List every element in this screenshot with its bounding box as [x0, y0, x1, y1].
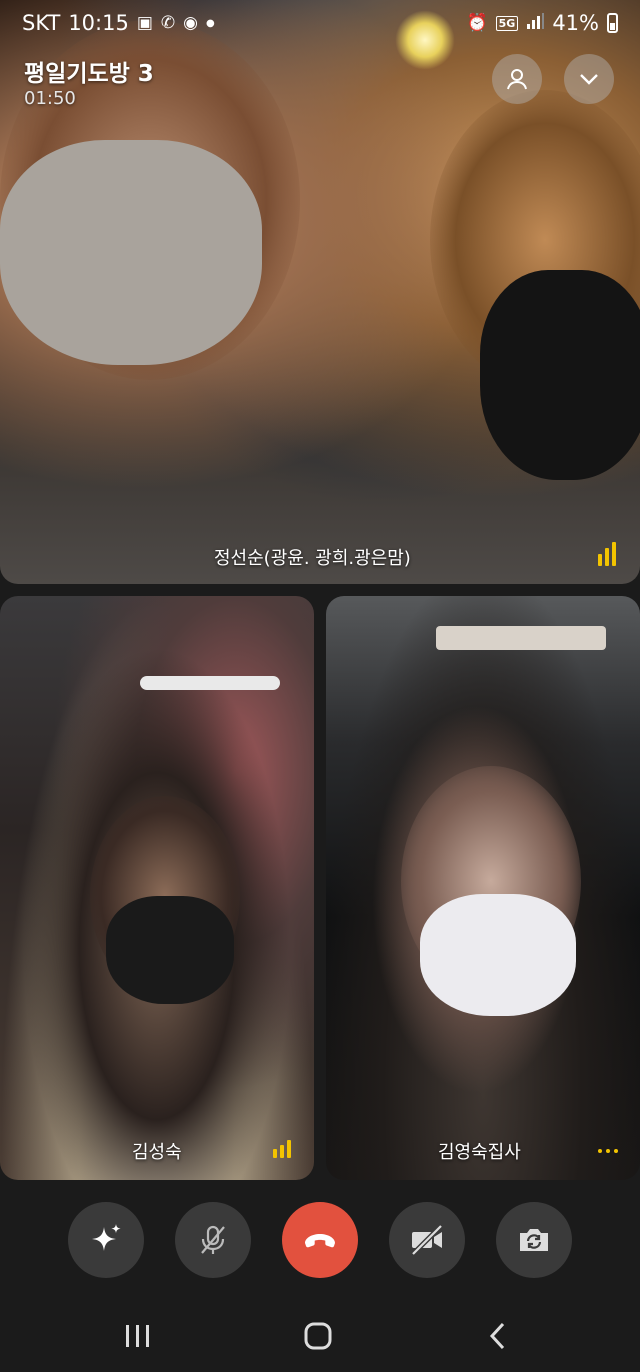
signal-icon — [526, 12, 545, 34]
chevron-down-icon — [580, 74, 598, 85]
app-notification-icon: ◉ — [183, 13, 198, 33]
participants-button[interactable] — [492, 54, 542, 104]
minimize-button[interactable] — [564, 54, 614, 104]
gallery-icon: ▣ — [136, 13, 153, 33]
recent-apps-button[interactable] — [108, 1316, 168, 1356]
battery-icon — [607, 13, 618, 33]
back-icon — [489, 1322, 505, 1350]
effects-button[interactable] — [68, 1202, 144, 1278]
end-call-icon — [305, 1234, 335, 1248]
battery-percent: 41% — [552, 11, 599, 35]
video-tile-participant-2[interactable]: 김성숙 — [0, 596, 314, 1180]
phone-icon: ✆ — [160, 13, 176, 33]
navigation-bar — [0, 1300, 640, 1372]
face-mask — [480, 270, 640, 480]
room-title: 평일기도방 3 — [24, 61, 154, 87]
participant-name: 정선순(광윤. 광희.광은맘) — [214, 548, 411, 569]
video-tile-participant-3[interactable]: 김영숙집사 — [326, 596, 640, 1180]
video-toggle-button[interactable] — [389, 1202, 465, 1278]
face-mask — [420, 894, 576, 1016]
home-button[interactable] — [288, 1316, 348, 1356]
ceiling-light — [140, 676, 280, 690]
carrier-label: SKT — [22, 11, 61, 35]
switch-camera-icon — [520, 1229, 548, 1251]
participant-name: 김영숙집사 — [438, 1142, 521, 1163]
more-dots-icon[interactable] — [598, 1149, 618, 1153]
speaking-volume-icon — [273, 1140, 291, 1158]
mute-button[interactable] — [175, 1202, 251, 1278]
effects-sparkle-icon — [92, 1224, 121, 1251]
car-sticker — [436, 626, 606, 650]
recent-apps-icon — [126, 1325, 149, 1347]
mic-off-icon — [201, 1225, 225, 1254]
back-button[interactable] — [468, 1316, 528, 1356]
network-type-icon: 5G — [495, 15, 519, 31]
call-controls — [0, 1180, 640, 1300]
more-notifications-dot-icon: ● — [206, 17, 215, 29]
end-call-button[interactable] — [282, 1202, 358, 1278]
face-mask — [106, 896, 234, 1004]
speaking-volume-icon — [598, 542, 616, 566]
participant-name: 김성숙 — [132, 1142, 182, 1163]
call-timer: 01:50 — [24, 88, 76, 109]
face-mask — [0, 140, 262, 365]
alarm-icon: ⏰ — [466, 13, 488, 33]
status-bar: SKT 10:15 ▣ ✆ ◉ ● ⏰ 5G 41% — [0, 0, 640, 46]
home-icon — [304, 1322, 332, 1350]
switch-camera-button[interactable] — [496, 1202, 572, 1278]
status-time: 10:15 — [68, 11, 129, 35]
video-off-icon — [411, 1224, 443, 1256]
person-icon — [507, 69, 527, 90]
